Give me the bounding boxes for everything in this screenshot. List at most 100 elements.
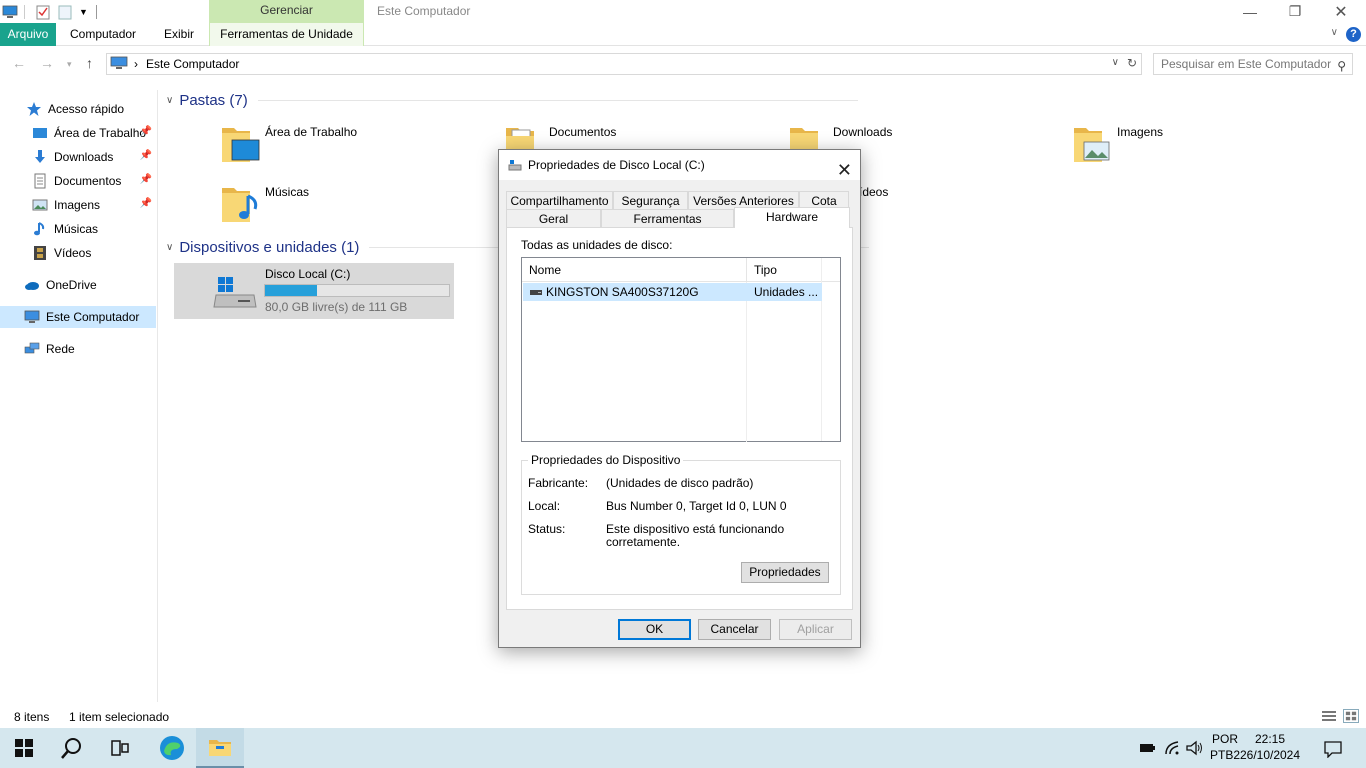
column-header-tipo[interactable]: Tipo bbox=[747, 258, 822, 282]
row-name: KINGSTON SA400S37120G bbox=[546, 285, 699, 299]
file-explorer-taskbar-button[interactable] bbox=[196, 728, 244, 768]
folder-label: Documentos bbox=[549, 125, 617, 139]
group-header-pastas[interactable]: ∨ Pastas (7) bbox=[166, 92, 858, 109]
address-dropdown-chevron-icon[interactable]: ∨ bbox=[1112, 57, 1119, 68]
search-input[interactable]: Pesquisar em Este Computador ⚲ bbox=[1153, 53, 1353, 75]
window-title: Este Computador bbox=[377, 4, 471, 18]
dialog-close-icon[interactable]: ✕ bbox=[837, 155, 852, 185]
search-icon bbox=[61, 738, 81, 759]
details-view-icon[interactable] bbox=[1321, 709, 1337, 723]
nav-label: Imagens bbox=[54, 198, 101, 212]
folder-imagens[interactable]: Imagens bbox=[1072, 122, 1312, 174]
network-icon bbox=[24, 341, 40, 357]
clock[interactable]: 22:15 26/10/2024 bbox=[1230, 731, 1310, 763]
nav-item-musicas[interactable]: Músicas bbox=[0, 218, 156, 240]
drive-disco-local-c[interactable]: Disco Local (C:) 80,0 GB livre(s) de 111… bbox=[174, 263, 454, 319]
nav-item-documentos[interactable]: Documentos 📌 bbox=[0, 170, 156, 192]
taskbar: POR PTB2 22:15 26/10/2024 bbox=[0, 728, 1366, 768]
nav-item-area-de-trabalho[interactable]: Área de Trabalho 📌 bbox=[0, 122, 156, 144]
document-icon bbox=[32, 173, 48, 189]
folder-area-de-trabalho[interactable]: Área de Trabalho bbox=[220, 122, 460, 174]
nav-item-este-computador[interactable]: Este Computador bbox=[0, 306, 156, 328]
pin-icon: 📌 bbox=[139, 198, 152, 209]
search-button[interactable] bbox=[48, 728, 96, 768]
tab-compartilhamento[interactable]: Compartilhamento bbox=[506, 191, 613, 210]
notification-center-icon[interactable] bbox=[1324, 740, 1342, 758]
recent-locations-chevron-icon[interactable]: ▾ bbox=[67, 59, 72, 70]
wifi-icon[interactable] bbox=[1164, 740, 1180, 756]
address-bar[interactable]: › Este Computador ∨ ↻ bbox=[106, 53, 1142, 75]
nav-item-downloads[interactable]: Downloads 📌 bbox=[0, 146, 156, 168]
nav-label: Área de Trabalho bbox=[54, 126, 147, 140]
breadcrumb-este-computador[interactable]: Este Computador bbox=[146, 57, 239, 71]
properties-icon[interactable] bbox=[35, 4, 51, 20]
customize-toolbar-dropdown-icon[interactable]: ▼ bbox=[79, 7, 88, 17]
apply-button[interactable]: Aplicar bbox=[779, 619, 852, 640]
minimize-button[interactable]: — bbox=[1227, 0, 1273, 23]
folder-icon bbox=[1074, 128, 1110, 162]
table-row[interactable]: KINGSTON SA400S37120G Unidades ... bbox=[523, 283, 822, 301]
restore-button[interactable]: ❐ bbox=[1272, 0, 1318, 23]
forward-arrow-icon[interactable]: → bbox=[40, 55, 54, 71]
refresh-icon[interactable]: ↻ bbox=[1127, 56, 1137, 70]
tab-exibir[interactable]: Exibir bbox=[156, 23, 202, 46]
up-arrow-icon[interactable]: ↑ bbox=[86, 55, 93, 71]
pin-icon: 📌 bbox=[139, 150, 152, 161]
group-title: Pastas (7) bbox=[179, 92, 248, 109]
breadcrumb-separator[interactable]: › bbox=[134, 57, 138, 71]
help-button[interactable]: ? bbox=[1346, 27, 1361, 42]
device-properties-button[interactable]: Propriedades bbox=[741, 562, 829, 583]
nav-item-acesso-rapido[interactable]: Acesso rápido bbox=[0, 98, 156, 120]
tab-computador[interactable]: Computador bbox=[62, 23, 144, 46]
nav-label: Este Computador bbox=[46, 310, 140, 324]
folder-musicas[interactable]: Músicas bbox=[220, 182, 460, 234]
tab-arquivo[interactable]: Arquivo bbox=[0, 23, 56, 46]
collapse-chevron-icon[interactable]: ∨ bbox=[166, 95, 173, 106]
clock-time: 22:15 bbox=[1254, 732, 1286, 746]
expand-ribbon-chevron-icon[interactable]: ∨ bbox=[1331, 27, 1338, 38]
nav-item-imagens[interactable]: Imagens 📌 bbox=[0, 194, 156, 216]
search-icon: ⚲ bbox=[1337, 59, 1346, 73]
film-icon bbox=[32, 245, 48, 261]
computer-icon bbox=[24, 309, 40, 325]
tab-ferramentas[interactable]: Ferramentas bbox=[601, 209, 734, 228]
manufacturer-label: Fabricante: bbox=[528, 476, 589, 490]
clock-date: 26/10/2024 bbox=[1239, 748, 1301, 762]
cancel-button[interactable]: Cancelar bbox=[698, 619, 771, 640]
tab-geral[interactable]: Geral bbox=[506, 209, 601, 228]
nav-label: OneDrive bbox=[46, 278, 97, 292]
edge-taskbar-button[interactable] bbox=[148, 728, 196, 768]
nav-label: Downloads bbox=[54, 150, 114, 164]
new-folder-icon[interactable] bbox=[57, 4, 73, 20]
all-drives-label: Todas as unidades de disco: bbox=[521, 238, 673, 252]
tab-ferramentas-de-unidade[interactable]: Ferramentas de Unidade bbox=[209, 23, 364, 46]
drive-icon bbox=[508, 160, 522, 171]
address-row: ← → ▾ ↑ › Este Computador ∨ ↻ Pesquisar … bbox=[0, 50, 1366, 78]
device-properties-group: Propriedades do Dispositivo Fabricante: … bbox=[521, 453, 841, 595]
ok-button[interactable]: OK bbox=[618, 619, 691, 640]
large-icons-view-icon[interactable] bbox=[1343, 709, 1359, 723]
status-value: Este dispositivo está funcionando bbox=[606, 522, 785, 536]
nav-item-onedrive[interactable]: OneDrive bbox=[0, 274, 156, 296]
manage-context-tab-header: Gerenciar bbox=[209, 0, 364, 23]
list-header: Nome Tipo bbox=[522, 258, 840, 282]
tab-hardware[interactable]: Hardware bbox=[734, 207, 850, 228]
folder-icon bbox=[222, 128, 260, 162]
windows-logo-icon bbox=[15, 739, 33, 757]
volume-icon[interactable] bbox=[1186, 740, 1204, 756]
close-window-button[interactable]: ✕ bbox=[1318, 0, 1364, 23]
location-value: Bus Number 0, Target Id 0, LUN 0 bbox=[606, 499, 787, 513]
folder-label: Downloads bbox=[833, 125, 893, 139]
battery-icon[interactable] bbox=[1140, 742, 1156, 754]
nav-item-rede[interactable]: Rede bbox=[0, 338, 156, 360]
task-view-button[interactable] bbox=[96, 728, 144, 768]
column-header-nome[interactable]: Nome bbox=[522, 258, 747, 282]
tab-seguranca[interactable]: Segurança bbox=[613, 191, 688, 210]
back-arrow-icon[interactable]: ← bbox=[12, 55, 26, 71]
nav-item-videos[interactable]: Vídeos bbox=[0, 242, 156, 264]
start-button[interactable] bbox=[0, 728, 48, 768]
folder-label: Músicas bbox=[265, 185, 310, 199]
ribbon-tabs: Arquivo Computador Exibir Ferramentas de… bbox=[0, 23, 1366, 46]
drives-list[interactable]: Nome Tipo KINGSTON SA400S37120G Unidades… bbox=[521, 257, 841, 442]
collapse-chevron-icon[interactable]: ∨ bbox=[166, 242, 173, 253]
